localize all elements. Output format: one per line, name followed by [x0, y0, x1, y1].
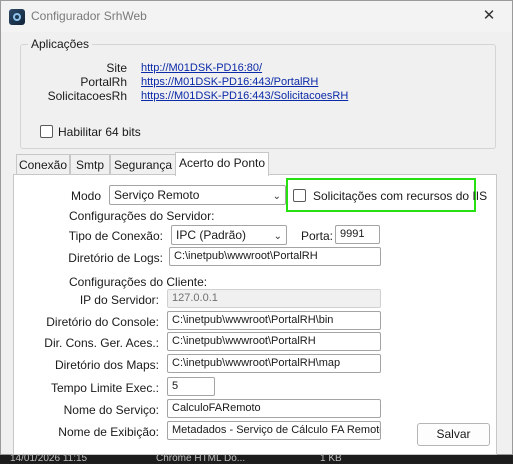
tab-seguranca[interactable]: Segurança	[110, 154, 176, 176]
log-dir-label: Diretório de Logs:	[68, 251, 163, 265]
display-name-label: Nome de Exibição:	[58, 425, 159, 439]
mode-select[interactable]: Serviço Remoto ⌄	[109, 185, 286, 205]
window-title: Configurador SrhWeb	[31, 9, 147, 23]
app-icon	[9, 9, 25, 25]
site-link[interactable]: http://M01DSK-PD16:80/	[141, 62, 262, 74]
display-name-input[interactable]: Metadados - Serviço de Cálculo FA Remoto	[167, 421, 381, 440]
cons-ger-dir-label: Dir. Cons. Ger. Aces.:	[44, 336, 159, 350]
enable-64bit-label: Habilitar 64 bits	[58, 125, 141, 139]
tab-acerto-do-ponto[interactable]: Acerto do Ponto	[175, 152, 269, 176]
site-label: Site	[106, 61, 127, 75]
chevron-down-icon: ⌄	[273, 231, 282, 242]
mode-select-value: Serviço Remoto	[114, 188, 200, 202]
server-section-title: Configurações do Servidor:	[69, 209, 215, 223]
close-icon[interactable]: ✕	[476, 4, 502, 28]
timeout-input[interactable]: 5	[167, 377, 215, 396]
iis-checkbox-label: Solicitações com recursos do IIS	[313, 189, 488, 203]
taskbar-strip: 14/01/2026 11:15 Chrome HTML Do... 1 KB	[0, 453, 513, 464]
maps-dir-label: Diretório dos Maps:	[54, 358, 159, 372]
client-section-title: Configurações do Cliente:	[69, 275, 208, 289]
cons-ger-dir-input[interactable]: C:\inetpub\wwwroot\PortalRH	[167, 332, 381, 351]
mode-label: Modo	[71, 189, 102, 203]
timeout-label: Tempo Limite Exec.:	[50, 381, 159, 395]
connection-type-select[interactable]: IPC (Padrão) ⌄	[171, 225, 287, 245]
maps-dir-input[interactable]: C:\inetpub\wwwroot\PortalRH\map	[167, 354, 381, 373]
applications-group-title: Aplicações	[28, 37, 93, 51]
connection-type-value: IPC (Padrão)	[176, 228, 247, 242]
taskbar-size: 1 KB	[320, 453, 342, 464]
console-dir-input[interactable]: C:\inetpub\wwwroot\PortalRH\bin	[167, 311, 381, 330]
taskbar-datetime: 14/01/2026 11:15	[10, 453, 88, 464]
log-dir-input[interactable]: C:\inetpub\wwwroot\PortalRH	[169, 247, 381, 266]
solicitacoesrh-label: SolicitacoesRh	[47, 89, 127, 103]
enable-64bit-checkbox[interactable]	[40, 125, 53, 138]
connection-type-label: Tipo de Conexão:	[68, 229, 163, 243]
chevron-down-icon: ⌄	[272, 191, 281, 202]
solicitacoesrh-link[interactable]: https://M01DSK-PD16:443/SolicitacoesRH	[141, 90, 348, 102]
portalrh-link[interactable]: https://M01DSK-PD16:443/PortalRH	[141, 76, 318, 88]
service-name-input[interactable]: CalculoFARemoto	[167, 399, 381, 418]
console-dir-label: Diretório do Console:	[46, 315, 159, 329]
title-bar: Configurador SrhWeb ✕	[1, 1, 512, 32]
iis-checkbox[interactable]	[293, 189, 306, 202]
portalrh-label: PortalRh	[80, 75, 127, 89]
taskbar-app: Chrome HTML Do...	[156, 453, 246, 464]
server-ip-label: IP do Servidor:	[79, 293, 159, 307]
tab-conexao[interactable]: Conexão	[16, 154, 70, 176]
save-button[interactable]: Salvar	[417, 423, 490, 446]
tab-smtp[interactable]: Smtp	[70, 154, 110, 176]
port-label: Porta:	[301, 229, 334, 243]
configurator-window: Configurador SrhWeb ✕ Aplicações Site ht…	[0, 0, 513, 455]
port-input[interactable]: 9991	[335, 225, 380, 244]
server-ip-input[interactable]: 127.0.0.1	[167, 289, 381, 308]
service-name-label: Nome do Serviço:	[63, 403, 159, 417]
